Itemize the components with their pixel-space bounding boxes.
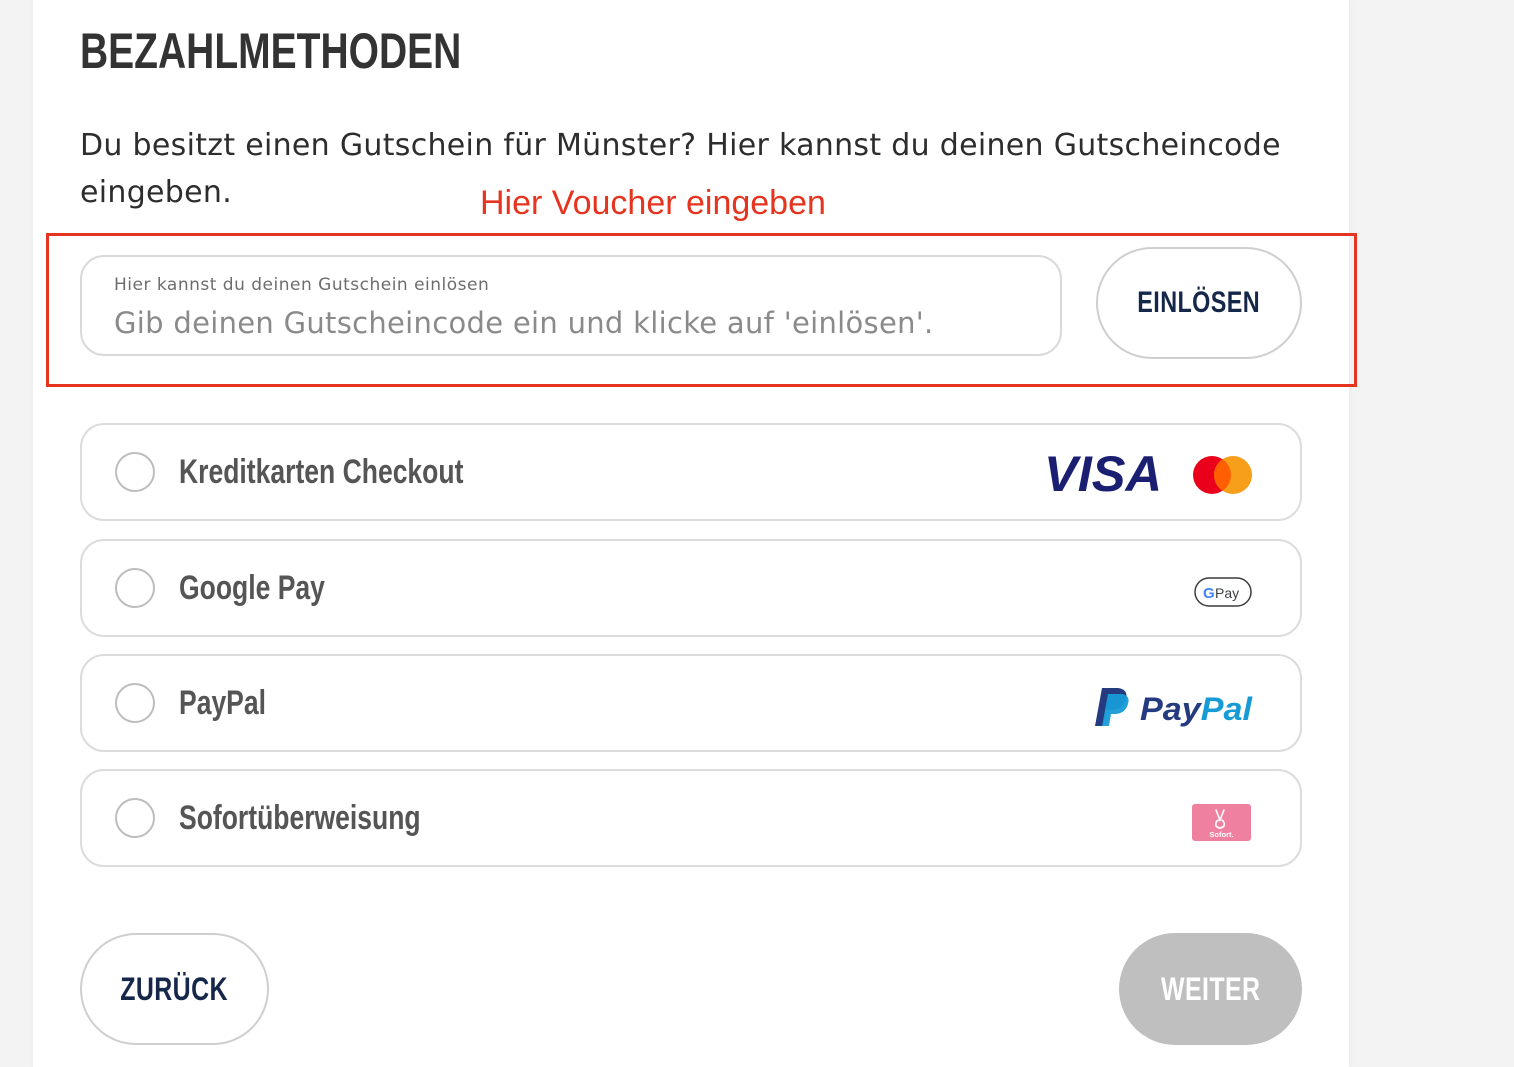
payment-option-label: Sofortüberweisung [179, 799, 421, 837]
payment-option-credit-card[interactable]: Kreditkarten Checkout VISA [80, 423, 1302, 521]
gpay-g: G [1203, 585, 1215, 602]
voucher-code-input[interactable] [114, 301, 1014, 345]
sofort-logo: Sofort. [1192, 804, 1252, 846]
next-button[interactable]: WEITER [1119, 933, 1302, 1045]
redeem-button[interactable]: EINLÖSEN [1096, 247, 1302, 359]
gpay-pay: Pay [1215, 585, 1239, 601]
radio-paypal[interactable] [115, 683, 155, 723]
paypal-wordmark: Pay Pal [1140, 691, 1253, 727]
payment-option-label: Google Pay [179, 569, 325, 607]
back-button[interactable]: ZURÜCK [80, 933, 269, 1045]
voucher-field[interactable]: Hier kannst du deinen Gutschein einlösen [80, 255, 1062, 356]
page-title: BEZAHLMETHODEN [80, 23, 462, 79]
payment-option-google-pay[interactable]: Google Pay G Pay [80, 539, 1302, 637]
radio-google-pay[interactable] [115, 568, 155, 608]
payment-option-sofort[interactable]: Sofortüberweisung Sofort. [80, 769, 1302, 867]
next-button-label: WEITER [1160, 970, 1261, 1007]
radio-credit-card[interactable] [115, 452, 155, 492]
payment-option-label: PayPal [179, 684, 266, 722]
redeem-button-label: EINLÖSEN [1137, 286, 1261, 319]
visa-text: VISA [1044, 449, 1162, 497]
voucher-field-label: Hier kannst du deinen Gutschein einlösen [114, 275, 490, 295]
google-pay-icon: G Pay [1194, 577, 1254, 613]
payment-option-label: Kreditkarten Checkout [179, 453, 464, 491]
sofort-text: Sofort. [1209, 830, 1233, 839]
radio-sofort[interactable] [115, 798, 155, 838]
mastercard-icon [1192, 455, 1254, 499]
payment-option-paypal[interactable]: PayPal Pay Pal [80, 654, 1302, 752]
paypal-logo: Pay Pal [1094, 686, 1254, 732]
visa-logo: VISA [1042, 446, 1167, 502]
annotation-label: Hier Voucher eingeben [480, 184, 826, 222]
back-button-label: ZURÜCK [120, 970, 229, 1007]
